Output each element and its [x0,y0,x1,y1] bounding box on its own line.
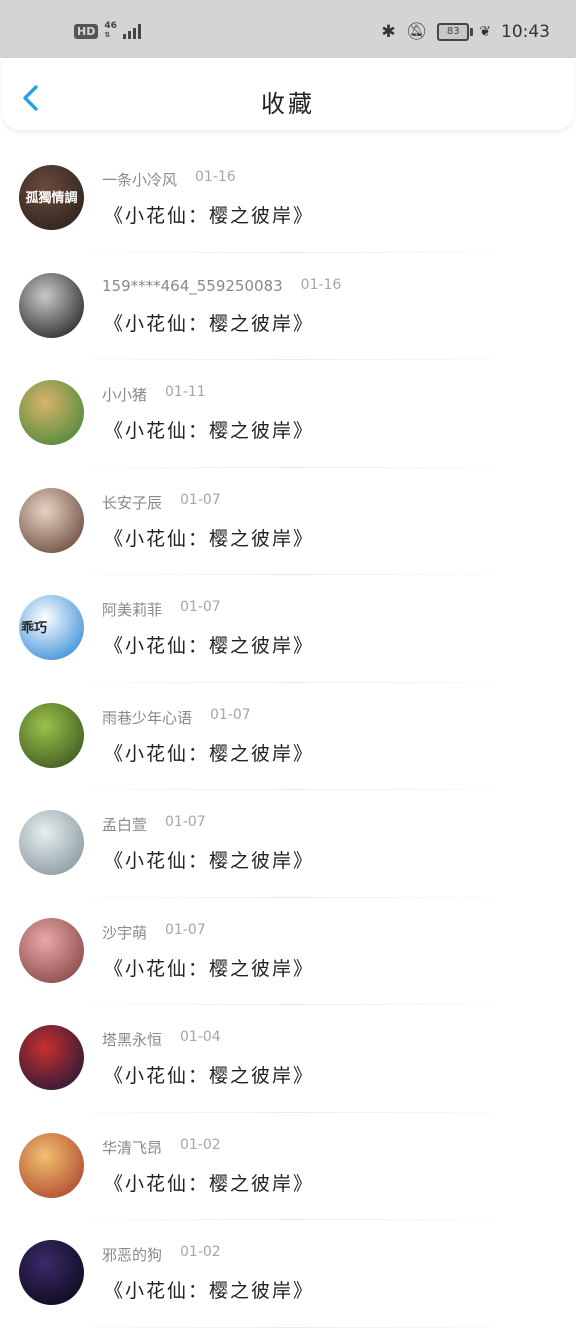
list-item[interactable]: 乖巧 阿美莉菲 01-07 《小花仙：樱之彼岸》 [0,575,576,683]
book-title[interactable]: 《小花仙：樱之彼岸》 [104,631,314,658]
date-label: 01-07 [165,921,206,938]
date-label: 01-07 [180,599,221,615]
avatar[interactable] [19,487,84,553]
book-title[interactable]: 《小花仙：樱之彼岸》 [104,416,314,443]
battery-icon: 83 [437,23,474,41]
date-label: 01-16 [300,276,342,293]
username[interactable]: 孟白萱 [102,814,147,835]
username[interactable]: 159****464_559250083 [102,277,283,295]
page-title: 收藏 [261,90,315,118]
list-item[interactable]: 雨巷少年心语 01-07 《小花仙：樱之彼岸》 [0,683,576,790]
avatar-label: 乖巧 [21,621,48,636]
status-right: ✱ 🔕︎ 83 ❦ 10:43 [381,22,550,42]
item-meta: 孟白萱 01-07 [102,814,206,835]
list-item[interactable]: 小小猪 01-11 《小花仙：樱之彼岸》 [0,360,576,468]
avatar[interactable] [19,702,84,768]
item-meta: 小小猪 01-11 [102,384,206,405]
status-bar: HD 46 ⇅ ✱ 🔕︎ 83 ❦ 10:43 [0,0,576,58]
book-title[interactable]: 《小花仙：樱之彼岸》 [104,739,314,766]
list-item[interactable]: 孤獨情調 一条小冷风 01-16 《小花仙：樱之彼岸》 [0,145,576,253]
item-meta: 长安子辰 01-07 [102,492,221,513]
leaf-icon: ❦ [479,24,491,40]
network-label: 46 [104,21,117,31]
clock: 10:43 [501,22,550,42]
book-title[interactable]: 《小花仙：樱之彼岸》 [104,954,314,981]
item-meta: 塔黑永恒 01-04 [102,1029,221,1050]
username[interactable]: 长安子辰 [102,492,162,513]
date-label: 01-11 [165,384,206,400]
list-item[interactable]: 159****464_559250083 01-16 《小花仙：樱之彼岸》 [0,253,576,360]
book-title[interactable]: 《小花仙：樱之彼岸》 [104,1061,314,1088]
book-title[interactable]: 《小花仙：樱之彼岸》 [104,524,314,551]
favorites-list: 孤獨情調 一条小冷风 01-16 《小花仙：樱之彼岸》 159****464_55925… [0,145,576,1328]
username[interactable]: 雨巷少年心语 [102,707,192,728]
bluetooth-icon: ✱ [381,22,396,42]
list-item[interactable]: 孟白萱 01-07 《小花仙：樱之彼岸》 [0,790,576,898]
avatar[interactable] [19,810,84,875]
battery-level: 83 [446,26,460,37]
username[interactable]: 沙宇萌 [102,922,147,943]
network-type: 46 ⇅ [104,22,117,40]
item-meta: 一条小冷风 01-16 [102,169,236,190]
item-meta: 阿美莉菲 01-07 [102,599,221,620]
date-label: 01-02 [180,1136,221,1153]
hd-badge: HD [74,23,99,39]
avatar[interactable] [19,272,84,338]
list-item[interactable]: 沙宇萌 01-07 《小花仙：樱之彼岸》 [0,898,576,1005]
signal-icon [122,23,141,39]
item-meta: 159****464_559250083 01-16 [102,277,341,295]
username[interactable]: 小小猪 [102,384,147,405]
date-label: 01-07 [210,706,251,723]
avatar[interactable]: 乖巧 [19,595,84,660]
avatar[interactable] [19,1132,84,1198]
username[interactable]: 一条小冷风 [102,169,177,190]
book-title[interactable]: 《小花仙：樱之彼岸》 [104,201,314,228]
username[interactable]: 华清飞昂 [102,1137,162,1158]
date-label: 01-16 [195,169,236,185]
book-title[interactable]: 《小花仙：樱之彼岸》 [104,846,314,873]
avatar[interactable] [19,917,84,983]
date-label: 01-07 [165,814,206,830]
date-label: 01-04 [180,1029,221,1045]
avatar[interactable] [19,1240,84,1305]
avatar[interactable] [19,1025,84,1090]
date-label: 01-02 [180,1244,221,1260]
item-meta: 华清飞昂 01-02 [102,1137,221,1158]
avatar[interactable] [19,380,84,445]
item-meta: 沙宇萌 01-07 [102,922,206,943]
avatar[interactable]: 孤獨情調 [19,165,84,230]
data-arrows-icon: ⇅ [104,31,111,39]
item-meta: 邪恶的狗 01-02 [102,1244,221,1265]
avatar-label: 孤獨情調 [25,191,78,206]
username[interactable]: 邪恶的狗 [102,1244,162,1265]
username[interactable]: 阿美莉菲 [102,599,162,620]
status-left: HD 46 ⇅ [74,22,141,40]
list-item[interactable]: 塔黑永恒 01-04 《小花仙：樱之彼岸》 [0,1005,576,1113]
list-item[interactable]: 华清飞昂 01-02 《小花仙：樱之彼岸》 [0,1113,576,1220]
list-item[interactable]: 长安子辰 01-07 《小花仙：樱之彼岸》 [0,468,576,575]
book-title[interactable]: 《小花仙：樱之彼岸》 [104,1169,314,1196]
date-label: 01-07 [180,491,221,508]
book-title[interactable]: 《小花仙：樱之彼岸》 [104,309,314,336]
nav-header: 收藏 [2,58,574,130]
list-item[interactable]: 邪恶的狗 01-02 《小花仙：樱之彼岸》 [0,1220,576,1328]
item-meta: 雨巷少年心语 01-07 [102,707,251,728]
divider [90,1326,496,1328]
book-title[interactable]: 《小花仙：樱之彼岸》 [104,1276,314,1303]
mute-bell-icon: 🔕︎ [405,22,428,42]
username[interactable]: 塔黑永恒 [102,1029,162,1050]
